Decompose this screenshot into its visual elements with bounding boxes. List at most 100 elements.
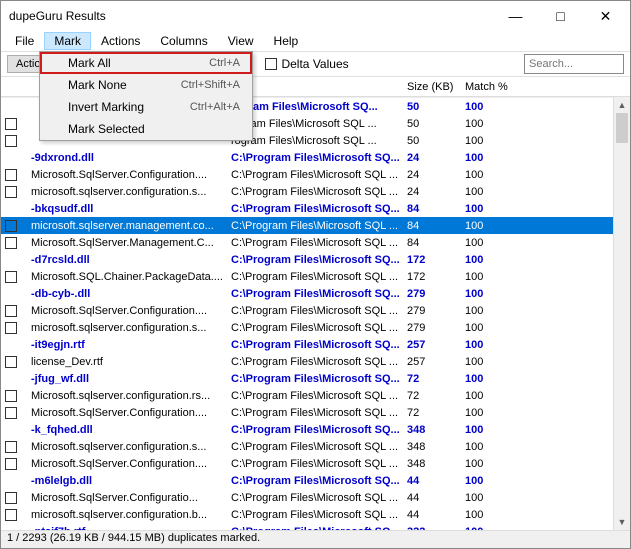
row-checkbox[interactable] xyxy=(5,186,17,198)
cell-folder: C:\Program Files\Microsoft SQ... xyxy=(227,288,403,300)
scroll-up-icon[interactable]: ▲ xyxy=(614,97,630,113)
table-row[interactable]: -it9egjn.rtfC:\Program Files\Microsoft S… xyxy=(1,336,630,353)
table-row[interactable]: Microsoft.SqlServer.Configuration....C:\… xyxy=(1,404,630,421)
menu-mark[interactable]: Mark xyxy=(44,32,91,50)
row-checkbox[interactable] xyxy=(5,135,17,147)
cell-folder: C:\Program Files\Microsoft SQ... xyxy=(227,203,403,215)
row-checkbox[interactable] xyxy=(5,390,17,402)
table-row[interactable]: microsoft.sqlserver.configuration.b...C:… xyxy=(1,506,630,523)
menu-mark-all[interactable]: Mark All Ctrl+A xyxy=(40,52,252,74)
cell-match: 100 xyxy=(461,152,521,164)
menu-shortcut: Ctrl+Alt+A xyxy=(190,101,240,113)
cell-size: 348 xyxy=(403,441,461,453)
cell-file: Microsoft.SqlServer.Configuration.... xyxy=(27,305,227,317)
menu-file[interactable]: File xyxy=(5,32,44,50)
cell-file: microsoft.sqlserver.configuration.b... xyxy=(27,509,227,521)
row-checkbox[interactable] xyxy=(5,271,17,283)
menu-actions[interactable]: Actions xyxy=(91,32,150,50)
table-row[interactable]: -bkqsudf.dllC:\Program Files\Microsoft S… xyxy=(1,200,630,217)
cell-match: 100 xyxy=(461,220,521,232)
table-row[interactable]: Microsoft.sqlserver.configuration.s...C:… xyxy=(1,438,630,455)
row-checkbox[interactable] xyxy=(5,492,17,504)
row-checkbox[interactable] xyxy=(5,169,17,181)
cell-folder: C:\Program Files\Microsoft SQL ... xyxy=(227,390,403,402)
table-row[interactable]: Microsoft.SqlServer.Configuration....C:\… xyxy=(1,166,630,183)
cell-folder: C:\Program Files\Microsoft SQL ... xyxy=(227,356,403,368)
scroll-thumb[interactable] xyxy=(616,113,628,143)
table-row[interactable]: Microsoft.sqlserver.configuration.rs...C… xyxy=(1,387,630,404)
table-row[interactable]: -d7rcsld.dllC:\Program Files\Microsoft S… xyxy=(1,251,630,268)
cell-file: -k_fqhed.dll xyxy=(27,424,227,436)
row-checkbox[interactable] xyxy=(5,220,17,232)
maximize-button[interactable]: □ xyxy=(538,2,583,30)
cell-size: 257 xyxy=(403,339,461,351)
row-checkbox[interactable] xyxy=(5,509,17,521)
cell-match: 100 xyxy=(461,237,521,249)
row-checkbox[interactable] xyxy=(5,237,17,249)
cell-folder: C:\Program Files\Microsoft SQ... xyxy=(227,254,403,266)
cell-size: 72 xyxy=(403,373,461,385)
cell-match: 100 xyxy=(461,101,521,113)
cell-folder: C:\Program Files\Microsoft SQ... xyxy=(227,475,403,487)
menu-invert-marking[interactable]: Invert Marking Ctrl+Alt+A xyxy=(40,96,252,118)
table-row[interactable]: Microsoft.SQL.Chainer.PackageData....C:\… xyxy=(1,268,630,285)
col-match[interactable]: Match % xyxy=(461,81,521,93)
cell-match: 100 xyxy=(461,509,521,521)
table-row[interactable]: microsoft.sqlserver.configuration.s...C:… xyxy=(1,183,630,200)
menu-mark-selected[interactable]: Mark Selected xyxy=(40,118,252,140)
cell-file: -db-cyb-.dll xyxy=(27,288,227,300)
cell-match: 100 xyxy=(461,169,521,181)
scroll-down-icon[interactable]: ▼ xyxy=(614,514,630,530)
cell-folder: C:\Program Files\Microsoft SQL ... xyxy=(227,322,403,334)
cell-folder: C:\Program Files\Microsoft SQL ... xyxy=(227,492,403,504)
table-row[interactable]: Microsoft.SqlServer.Configuratio...C:\Pr… xyxy=(1,489,630,506)
table-row[interactable]: -m6lelgb.dllC:\Program Files\Microsoft S… xyxy=(1,472,630,489)
cell-match: 100 xyxy=(461,390,521,402)
cell-size: 84 xyxy=(403,220,461,232)
cell-match: 100 xyxy=(461,407,521,419)
cell-match: 100 xyxy=(461,475,521,487)
menu-label: Invert Marking xyxy=(68,100,144,114)
table-row[interactable]: Microsoft.SqlServer.Management.C...C:\Pr… xyxy=(1,234,630,251)
row-checkbox[interactable] xyxy=(5,305,17,317)
cell-size: 50 xyxy=(403,101,461,113)
cell-folder: C:\Program Files\Microsoft SQ... xyxy=(227,424,403,436)
cell-size: 172 xyxy=(403,271,461,283)
row-checkbox[interactable] xyxy=(5,441,17,453)
cell-folder: C:\Program Files\Microsoft SQL ... xyxy=(227,407,403,419)
table-row[interactable]: microsoft.sqlserver.management.co...C:\P… xyxy=(1,217,630,234)
cell-match: 100 xyxy=(461,118,521,130)
menu-shortcut: Ctrl+Shift+A xyxy=(181,79,240,91)
table-row[interactable]: -db-cyb-.dllC:\Program Files\Microsoft S… xyxy=(1,285,630,302)
table-row[interactable]: -k_fqhed.dllC:\Program Files\Microsoft S… xyxy=(1,421,630,438)
menu-mark-none[interactable]: Mark None Ctrl+Shift+A xyxy=(40,74,252,96)
row-checkbox[interactable] xyxy=(5,322,17,334)
vertical-scrollbar[interactable]: ▲ ▼ xyxy=(613,97,630,530)
search-input[interactable] xyxy=(524,54,624,74)
table-row[interactable]: -ptsif7h.rtfC:\Program Files\Microsoft S… xyxy=(1,523,630,530)
cell-size: 44 xyxy=(403,475,461,487)
minimize-button[interactable]: — xyxy=(493,2,538,30)
cell-size: 44 xyxy=(403,492,461,504)
table-row[interactable]: Microsoft.SqlServer.Configuration....C:\… xyxy=(1,302,630,319)
table-row[interactable]: -9dxrond.dllC:\Program Files\Microsoft S… xyxy=(1,149,630,166)
cell-folder: C:\Program Files\Microsoft SQL ... xyxy=(227,169,403,181)
row-checkbox[interactable] xyxy=(5,407,17,419)
menu-help[interactable]: Help xyxy=(264,32,309,50)
row-checkbox[interactable] xyxy=(5,356,17,368)
delta-values-checkbox[interactable]: Delta Values xyxy=(265,57,348,71)
cell-size: 50 xyxy=(403,118,461,130)
table-row[interactable]: license_Dev.rtfC:\Program Files\Microsof… xyxy=(1,353,630,370)
close-button[interactable]: ✕ xyxy=(583,2,628,30)
menu-columns[interactable]: Columns xyxy=(150,32,217,50)
col-folder[interactable]: er xyxy=(227,81,403,93)
cell-file: Microsoft.sqlserver.configuration.rs... xyxy=(27,390,227,402)
table-row[interactable]: microsoft.sqlserver.configuration.s...C:… xyxy=(1,319,630,336)
cell-file: -m6lelgb.dll xyxy=(27,475,227,487)
table-row[interactable]: -jfug_wf.dllC:\Program Files\Microsoft S… xyxy=(1,370,630,387)
table-row[interactable]: Microsoft.SqlServer.Configuration....C:\… xyxy=(1,455,630,472)
col-size[interactable]: Size (KB) xyxy=(403,81,461,93)
row-checkbox[interactable] xyxy=(5,118,17,130)
menu-view[interactable]: View xyxy=(218,32,264,50)
row-checkbox[interactable] xyxy=(5,458,17,470)
